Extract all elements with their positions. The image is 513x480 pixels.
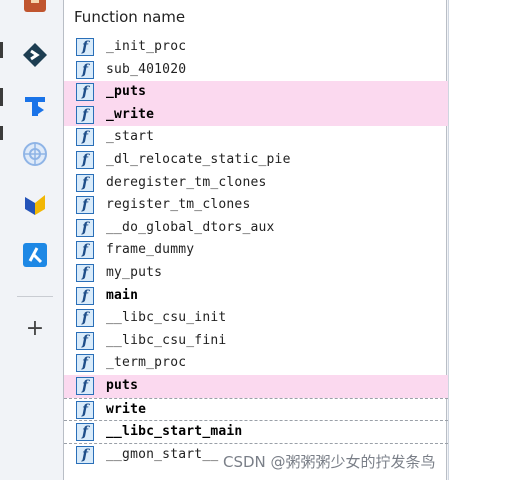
- function-name: _dl_relocate_static_pie: [106, 151, 291, 167]
- bird-app-icon[interactable]: [22, 191, 48, 217]
- function-name: _init_proc: [106, 39, 187, 54]
- function-icon: f: [76, 83, 94, 102]
- function-name: my_puts: [106, 264, 163, 280]
- function-row[interactable]: f _init_proc: [64, 36, 448, 59]
- diamond-app-icon[interactable]: [22, 42, 48, 68]
- function-row[interactable]: f _write: [64, 103, 448, 127]
- function-icon: f: [76, 218, 94, 237]
- function-icon: f: [76, 423, 94, 442]
- function-row[interactable]: f _term_proc: [64, 352, 448, 375]
- function-icon: f: [76, 128, 94, 147]
- function-icon: f: [76, 331, 94, 350]
- function-row[interactable]: f frame_dummy: [64, 239, 448, 262]
- function-row[interactable]: f _puts: [64, 81, 448, 104]
- column-header-function-name[interactable]: Function name: [74, 8, 185, 26]
- function-row[interactable]: f my_puts: [64, 262, 448, 285]
- function-name: __libc_start_main: [106, 424, 243, 440]
- function-name: puts: [106, 377, 139, 393]
- function-name: _start: [106, 129, 155, 145]
- add-app-button[interactable]: +: [24, 318, 46, 340]
- function-name: sub_401020: [106, 61, 187, 77]
- function-row[interactable]: f __do_global_dtors_aux: [64, 217, 448, 240]
- function-row[interactable]: f __libc_csu_init: [64, 307, 448, 330]
- function-row[interactable]: f sub_401020: [64, 59, 448, 82]
- toolbox-icon[interactable]: [22, 0, 48, 16]
- function-name: _write: [106, 106, 155, 122]
- function-list: f _init_proc f sub_401020 f _puts f _write f _sta…: [64, 36, 448, 465]
- function-name: _term_proc: [106, 355, 187, 371]
- watermark-text: CSDN @粥粥粥少女的拧发条鸟: [223, 453, 436, 471]
- function-icon: f: [76, 105, 94, 124]
- function-icon: f: [76, 445, 94, 464]
- function-icon: f: [76, 400, 94, 419]
- function-name: __do_global_dtors_aux: [106, 219, 275, 235]
- function-icon: f: [76, 60, 94, 79]
- function-name: write: [106, 401, 147, 417]
- function-row[interactable]: f _dl_relocate_static_pie: [64, 149, 448, 172]
- function-icon: f: [76, 376, 94, 395]
- adjacent-panel: [448, 0, 513, 480]
- q-app-icon[interactable]: [22, 242, 48, 268]
- dock-divider: [17, 296, 53, 297]
- functions-window: Function name f _init_proc f sub_401020 f _pu…: [63, 0, 448, 480]
- function-name: main: [106, 287, 139, 303]
- function-name: register_tm_clones: [106, 197, 251, 213]
- function-row[interactable]: f _start: [64, 126, 448, 149]
- function-row[interactable]: f deregister_tm_clones: [64, 172, 448, 195]
- window-edge-mark: [0, 88, 3, 106]
- function-icon: f: [76, 286, 94, 305]
- window-edge-mark: [0, 126, 3, 140]
- function-row[interactable]: f __libc_csu_fini: [64, 330, 448, 353]
- function-icon: f: [76, 263, 94, 282]
- function-icon: f: [76, 241, 94, 260]
- function-icon: f: [76, 150, 94, 169]
- function-name: deregister_tm_clones: [106, 174, 267, 190]
- function-name: __gmon_start__: [106, 446, 219, 462]
- function-name: _puts: [106, 84, 147, 100]
- function-name: __libc_csu_init: [106, 310, 227, 326]
- function-row[interactable]: f __libc_start_main: [64, 420, 448, 443]
- function-name: frame_dummy: [106, 242, 195, 258]
- function-icon: f: [76, 196, 94, 215]
- app-dock: +: [0, 0, 62, 480]
- function-row[interactable]: f write: [64, 397, 448, 421]
- function-icon: f: [76, 309, 94, 328]
- window-edge-mark: [0, 42, 3, 58]
- function-row[interactable]: f puts: [64, 374, 448, 398]
- function-icon: f: [76, 38, 94, 56]
- function-name: __libc_csu_fini: [106, 332, 227, 348]
- function-icon: f: [76, 173, 94, 192]
- function-row[interactable]: f main: [64, 285, 448, 308]
- t-app-icon[interactable]: [22, 92, 48, 118]
- globe-app-icon[interactable]: [22, 141, 48, 167]
- function-row[interactable]: f register_tm_clones: [64, 194, 448, 217]
- function-icon: f: [76, 354, 94, 373]
